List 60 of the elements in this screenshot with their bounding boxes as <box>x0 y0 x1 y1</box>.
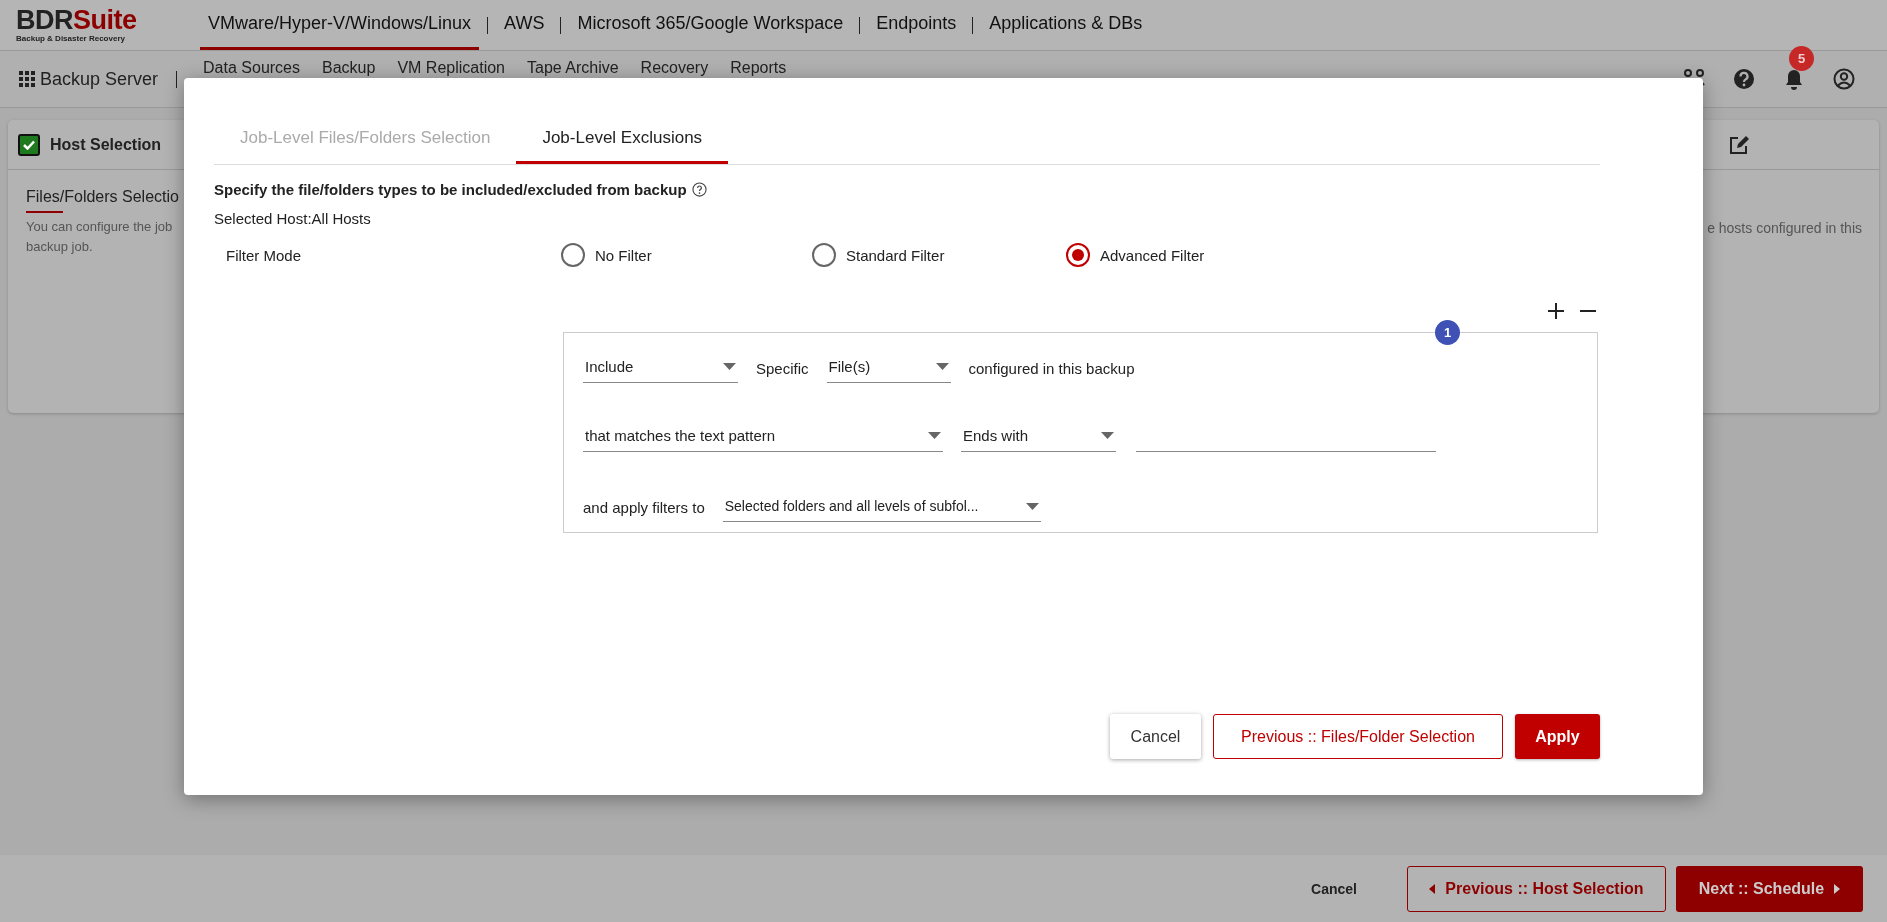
dropdown[interactable]: File(s) <box>826 357 951 383</box>
radio-label[interactable]: Standard Filter <box>846 246 945 264</box>
section-heading: Specify the file/folders types to be included/excluded from backup <box>214 181 687 198</box>
menu-item[interactable]: Data Sources <box>203 59 300 77</box>
caret-down-icon <box>935 362 949 370</box>
field-label: Filter Mode <box>225 246 303 264</box>
description-text: backup job. <box>26 238 94 256</box>
step-label: Host Selection <box>50 135 162 154</box>
product-tab[interactable]: Microsoft 365/Google Workspace <box>569 0 852 50</box>
bell-icon[interactable] <box>1783 68 1805 90</box>
product-tab[interactable]: Endpoints <box>868 0 965 50</box>
caret-down-icon <box>723 362 736 370</box>
menu-item[interactable]: Recovery <box>640 59 709 77</box>
caret-down-icon <box>1101 432 1114 440</box>
selected-host-label: Selected Host:All Hosts <box>214 210 372 227</box>
menu-item[interactable]: VM Replication <box>397 59 505 77</box>
server-title[interactable]: Backup Server <box>40 68 159 90</box>
apps-grid-icon[interactable] <box>18 70 36 88</box>
notification-badge: 5 <box>1789 46 1814 71</box>
rule-text: Specific <box>756 359 809 379</box>
description-text: You can configure the job <box>26 218 174 236</box>
user-icon[interactable] <box>1833 68 1855 90</box>
caret-left-icon <box>1429 883 1436 894</box>
dropdown[interactable]: Include <box>583 357 738 383</box>
brand-logo: BDRSuite <box>16 8 137 32</box>
section-title: Files/Folders Selectio <box>26 188 179 207</box>
help-icon[interactable] <box>691 182 707 197</box>
next-button[interactable]: Next :: Schedule <box>1676 865 1863 912</box>
previous-button[interactable]: Previous :: Host Selection <box>1407 865 1666 912</box>
edit-icon[interactable] <box>1729 134 1749 155</box>
dropdown[interactable]: Selected folders and all levels of subfol... <box>722 498 1041 522</box>
dialog-tab[interactable]: Job-Level Exclusions <box>516 116 729 164</box>
radio-label[interactable]: No Filter <box>595 246 652 264</box>
radio-button[interactable] <box>1066 243 1090 267</box>
menu-item[interactable]: Reports <box>730 59 787 77</box>
description-text: e hosts configured in this <box>1707 219 1862 238</box>
dropdown[interactable]: Ends with <box>961 427 1116 453</box>
rule-text: and apply filters to <box>583 499 705 518</box>
apply-button[interactable]: Apply <box>1515 714 1600 759</box>
menu-item[interactable]: Backup <box>322 59 376 77</box>
help-icon[interactable] <box>1733 68 1755 90</box>
caret-down-icon <box>928 432 941 440</box>
check-icon <box>23 139 35 150</box>
cancel-button[interactable]: Cancel <box>1291 865 1377 912</box>
step-checkbox[interactable] <box>18 133 40 156</box>
add-icon[interactable] <box>1546 301 1566 321</box>
menu-item[interactable]: Tape Archive <box>527 59 619 77</box>
radio-button[interactable] <box>561 243 585 267</box>
product-tab[interactable]: Applications & DBs <box>981 0 1151 50</box>
rule-text: configured in this backup <box>968 359 1135 379</box>
brand-tagline: Backup & Disaster Recovery <box>16 34 125 43</box>
caret-down-icon <box>1025 502 1039 510</box>
cancel-button[interactable]: Cancel <box>1110 714 1201 759</box>
caret-right-icon <box>1834 883 1841 894</box>
radio-label[interactable]: Advanced Filter <box>1100 246 1205 264</box>
radio-button[interactable] <box>812 243 836 267</box>
rule-number-badge: 1 <box>1435 320 1460 345</box>
dropdown[interactable]: that matches the text pattern <box>583 427 943 453</box>
previous-button[interactable]: Previous :: Files/Folder Selection <box>1213 714 1503 759</box>
product-tab[interactable]: AWS <box>496 0 553 50</box>
